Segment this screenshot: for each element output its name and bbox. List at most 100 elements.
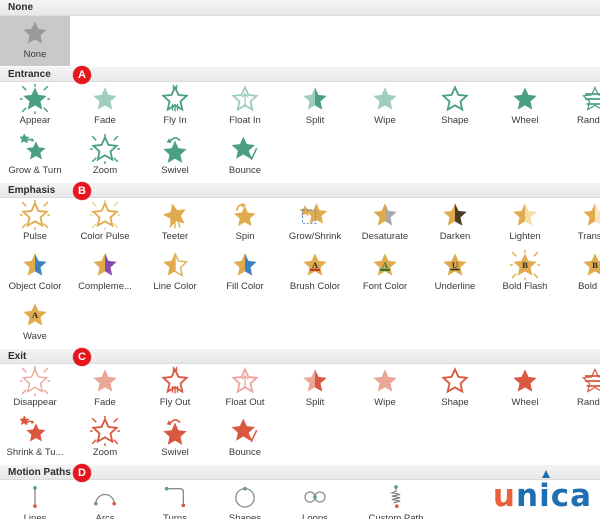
effect-emphasis-spin[interactable]: Spin	[210, 198, 280, 248]
effect-emphasis-pulse[interactable]: Pulse	[0, 198, 70, 248]
effect-label: Zoom	[92, 447, 118, 458]
effect-entrance-shape[interactable]: Shape	[420, 82, 490, 132]
effect-label: Split	[305, 115, 325, 126]
effect-entrance-bounce[interactable]: Bounce	[210, 132, 280, 182]
effect-entrance-swivel[interactable]: Swivel	[140, 132, 210, 182]
effect-label: Wheel	[511, 397, 539, 408]
effect-emphasis-object-color[interactable]: Object Color	[0, 248, 70, 298]
effect-row: Shrink & Tu... Zoom Swivel Bounce	[0, 414, 600, 464]
effect-entrance-fade[interactable]: Fade	[70, 82, 140, 132]
effect-label: Transpa	[577, 231, 600, 242]
effect-motion-paths-lines[interactable]: Lines	[0, 480, 70, 519]
effect-emphasis-grow-shrink[interactable]: Grow/Shrink	[280, 198, 350, 248]
effect-entrance-float-in[interactable]: Float In	[210, 82, 280, 132]
star-zoom-icon	[88, 134, 122, 164]
effect-exit-fade[interactable]: Fade	[70, 364, 140, 414]
effect-emphasis-lighten[interactable]: Lighten	[490, 198, 560, 248]
star-shape-icon	[438, 84, 472, 114]
effect-emphasis-bold-flash[interactable]: B Bold Flash	[490, 248, 560, 298]
effect-none-none[interactable]: None	[0, 16, 70, 66]
section-title: Emphasis	[8, 185, 56, 196]
effect-emphasis-line-color[interactable]: Line Color	[140, 248, 210, 298]
effect-label: Random	[577, 397, 600, 408]
effect-label: Bounce	[228, 165, 262, 176]
effect-emphasis-color-pulse[interactable]: Color Pulse	[70, 198, 140, 248]
effect-motion-paths-custom-path[interactable]: Custom Path	[350, 480, 442, 519]
effect-label: None	[23, 49, 47, 60]
section-header-exit: Exit C	[0, 348, 600, 366]
logo-arrow-icon	[542, 470, 551, 478]
section-title: Exit	[8, 351, 27, 362]
star-color-pulse-icon	[88, 200, 122, 230]
annotation-badge-a: A	[73, 66, 91, 84]
effect-exit-shrink-tu[interactable]: Shrink & Tu...	[0, 414, 70, 464]
effect-label: Random	[577, 115, 600, 126]
effect-emphasis-fill-color[interactable]: Fill Color	[210, 248, 280, 298]
effect-exit-bounce[interactable]: Bounce	[210, 414, 280, 464]
effect-label: Wave	[23, 331, 47, 342]
star-bold-reveal-icon: B	[578, 250, 600, 280]
effect-emphasis-darken[interactable]: Darken	[420, 198, 490, 248]
effect-motion-paths-turns[interactable]: Turns	[140, 480, 210, 519]
effect-label: Object Color	[8, 281, 62, 292]
effect-emphasis-underline[interactable]: U Underline	[420, 248, 490, 298]
star-spin-icon	[228, 200, 262, 230]
effect-motion-paths-arcs[interactable]: Arcs	[70, 480, 140, 519]
effect-entrance-split[interactable]: Split	[280, 82, 350, 132]
star-disappear-icon	[18, 366, 52, 396]
effect-emphasis-wave[interactable]: A Wave	[0, 298, 70, 348]
effect-entrance-fly-in[interactable]: Fly In	[140, 82, 210, 132]
effect-row: Object Color Compleme... Line Color Fill…	[0, 248, 600, 298]
effect-motion-paths-shapes[interactable]: Shapes	[210, 480, 280, 519]
star-line-color-icon	[158, 250, 192, 280]
effect-exit-shape[interactable]: Shape	[420, 364, 490, 414]
effect-exit-split[interactable]: Split	[280, 364, 350, 414]
effect-label: Custom Path	[368, 513, 424, 519]
effect-row: Grow & Turn Zoom Swivel Bounce	[0, 132, 600, 182]
effect-exit-float-out[interactable]: Float Out	[210, 364, 280, 414]
effect-emphasis-desaturate[interactable]: Desaturate	[350, 198, 420, 248]
effect-exit-disappear[interactable]: Disappear	[0, 364, 70, 414]
effect-emphasis-teeter[interactable]: Teeter	[140, 198, 210, 248]
effect-exit-zoom[interactable]: Zoom	[70, 414, 140, 464]
section-header-emphasis: Emphasis B	[0, 182, 600, 200]
effect-emphasis-compleme[interactable]: Compleme...	[70, 248, 140, 298]
effect-label: Zoom	[92, 165, 118, 176]
effect-label: Fly Out	[159, 397, 191, 408]
effect-exit-wheel[interactable]: Wheel	[490, 364, 560, 414]
effect-label: Shape	[441, 397, 469, 408]
effect-entrance-grow-turn[interactable]: Grow & Turn	[0, 132, 70, 182]
star-bold-flash-icon: B	[508, 250, 542, 280]
effect-motion-paths-loops[interactable]: Loops	[280, 480, 350, 519]
effect-label: Shapes	[228, 513, 262, 519]
effect-entrance-wheel[interactable]: Wheel	[490, 82, 560, 132]
effect-exit-swivel[interactable]: Swivel	[140, 414, 210, 464]
star-fade-icon	[88, 84, 122, 114]
logo-letter-n: n	[515, 478, 540, 514]
effect-emphasis-font-color[interactable]: A Font Color	[350, 248, 420, 298]
effect-entrance-appear[interactable]: Appear	[0, 82, 70, 132]
effect-exit-random[interactable]: Random	[560, 364, 600, 414]
effect-emphasis-bold-re[interactable]: B Bold Re	[560, 248, 600, 298]
effect-label: Split	[305, 397, 325, 408]
effect-label: Float In	[229, 115, 261, 126]
svg-text:B: B	[592, 260, 598, 270]
star-fly-in-icon	[158, 84, 192, 114]
effect-label: Color Pulse	[80, 231, 130, 242]
effect-exit-fly-out[interactable]: Fly Out	[140, 364, 210, 414]
effect-emphasis-brush-color[interactable]: A Brush Color	[280, 248, 350, 298]
effect-entrance-zoom[interactable]: Zoom	[70, 132, 140, 182]
section-title: Entrance	[8, 69, 51, 80]
logo-letters-ca: ca	[550, 478, 592, 514]
star-random-icon	[578, 84, 600, 114]
effect-label: Wheel	[511, 115, 539, 126]
star-grow-shrink-icon	[298, 200, 332, 230]
effect-label: Shrink & Tu...	[6, 447, 64, 458]
effect-emphasis-transpa[interactable]: Transpa	[560, 198, 600, 248]
effect-entrance-random[interactable]: Random	[560, 82, 600, 132]
effect-label: Font Color	[362, 281, 408, 292]
path-loops-icon	[298, 482, 332, 512]
effect-entrance-wipe[interactable]: Wipe	[350, 82, 420, 132]
logo-letter-u: u	[492, 478, 516, 514]
effect-exit-wipe[interactable]: Wipe	[350, 364, 420, 414]
